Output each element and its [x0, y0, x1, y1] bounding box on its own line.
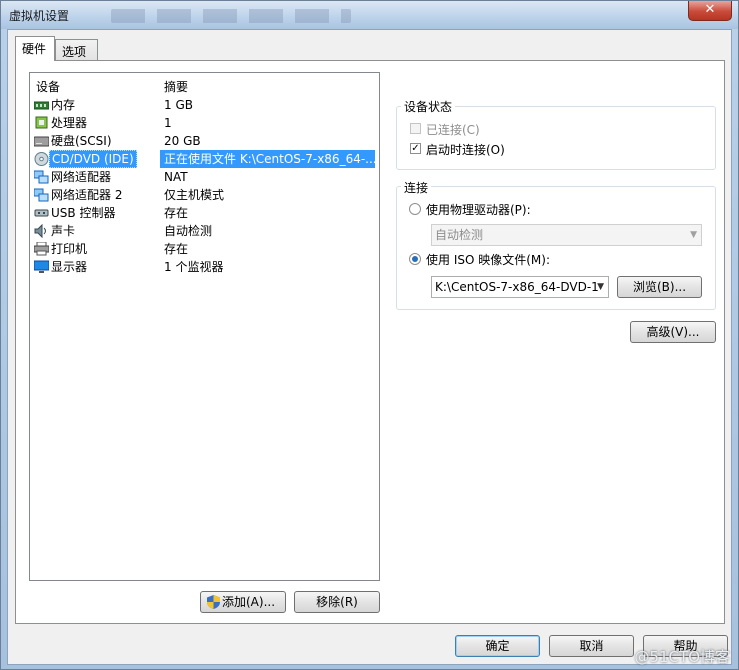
device-name: 内存	[51, 98, 76, 112]
connection-title: 连接	[401, 179, 432, 196]
connected-label: 已连接(C)	[426, 123, 480, 137]
dialog-client: 硬件 选项 设备 摘要 内存 1 GB 处理器 1 硬盘(SCSI) 20 GB…	[7, 29, 732, 665]
iso-image-radio[interactable]	[409, 253, 421, 265]
chevron-down-icon: ▼	[597, 282, 604, 292]
close-button[interactable]: ✕	[688, 1, 732, 21]
title-bar[interactable]: 虚拟机设置 ✕	[1, 1, 738, 29]
device-row-display[interactable]: 显示器 1 个监视器	[32, 258, 377, 276]
sound-card-icon	[34, 224, 46, 238]
device-summary: 1 GB	[164, 98, 193, 112]
iso-path-value: K:\CentOS-7-x86_64-DVD-1	[435, 280, 599, 294]
device-summary: 仅主机模式	[164, 188, 225, 202]
list-header: 设备 摘要	[30, 73, 379, 95]
device-row-hard-disk[interactable]: 硬盘(SCSI) 20 GB	[32, 132, 377, 150]
physical-drive-label: 使用物理驱动器(P):	[426, 203, 531, 217]
advanced-button[interactable]: 高级(V)...	[630, 321, 716, 343]
device-summary: 20 GB	[164, 134, 201, 148]
device-list[interactable]: 设备 摘要 内存 1 GB 处理器 1 硬盘(SCSI) 20 GB CD/DV…	[29, 72, 380, 581]
device-summary: 1 个监视器	[164, 260, 224, 274]
device-summary: 正在使用文件 K:\CentOS-7-x86_64-...	[160, 150, 375, 168]
device-row-processor[interactable]: 处理器 1	[32, 114, 377, 132]
browse-button[interactable]: 浏览(B)...	[617, 276, 702, 298]
tab-hardware[interactable]: 硬件	[15, 36, 55, 61]
add-device-button-label: 添加(A)...	[222, 595, 276, 609]
device-row-printer[interactable]: 打印机 存在	[32, 240, 377, 258]
vm-settings-window: 虚拟机设置 ✕ 硬件 选项 设备 摘要 内存 1 GB 处理器 1 硬盘(SCS…	[0, 0, 739, 670]
window-title: 虚拟机设置	[9, 9, 70, 23]
network-adapter-icon	[34, 170, 49, 184]
device-name: CD/DVD (IDE)	[49, 150, 137, 168]
uac-shield-icon	[207, 595, 220, 609]
device-row-usb-controller[interactable]: USB 控制器 存在	[32, 204, 377, 222]
ok-button[interactable]: 确定	[455, 635, 540, 657]
connect-at-power-on-label: 启动时连接(O)	[426, 143, 505, 157]
device-summary: 1	[164, 116, 172, 130]
device-summary: 自动检测	[164, 224, 213, 238]
chevron-down-icon: ▼	[690, 230, 697, 240]
hard-disk-icon	[34, 136, 49, 147]
display-icon	[34, 260, 49, 273]
device-row-sound-card[interactable]: 声卡 自动检测	[32, 222, 377, 240]
device-name: 显示器	[51, 260, 88, 274]
device-summary: 存在	[164, 206, 189, 220]
device-name: 网络适配器 2	[51, 188, 123, 202]
connected-checkbox[interactable]	[410, 123, 421, 134]
device-row-network-adapter[interactable]: 网络适配器 NAT	[32, 168, 377, 186]
cd-dvd-icon	[34, 152, 49, 166]
memory-icon	[34, 101, 49, 110]
physical-drive-radio[interactable]	[409, 203, 421, 215]
blurred-background-toolbar	[111, 9, 351, 23]
device-name: 处理器	[51, 116, 88, 130]
device-name: 声卡	[51, 224, 76, 238]
connect-at-power-on-checkbox[interactable]: ✓	[410, 143, 421, 154]
device-row-cd-dvd[interactable]: CD/DVD (IDE) 正在使用文件 K:\CentOS-7-x86_64-.…	[32, 150, 377, 168]
processor-icon	[35, 116, 48, 129]
device-name: 硬盘(SCSI)	[51, 134, 112, 148]
device-summary: 存在	[164, 242, 189, 256]
iso-image-label: 使用 ISO 映像文件(M):	[426, 253, 550, 267]
device-name: 网络适配器	[51, 170, 112, 184]
add-device-button[interactable]: 添加(A)...	[200, 591, 286, 613]
header-summary[interactable]: 摘要	[164, 78, 188, 95]
device-name: USB 控制器	[51, 206, 116, 220]
iso-path-combo[interactable]: K:\CentOS-7-x86_64-DVD-1 ▼	[431, 276, 609, 298]
hardware-panel: 设备 摘要 内存 1 GB 处理器 1 硬盘(SCSI) 20 GB CD/DV…	[15, 60, 725, 624]
network-adapter-icon	[34, 188, 49, 202]
usb-icon	[34, 209, 49, 217]
watermark: @51CTO博客	[634, 648, 730, 666]
device-status-title: 设备状态	[401, 98, 456, 115]
device-summary: NAT	[164, 170, 188, 184]
device-row-memory[interactable]: 内存 1 GB	[32, 96, 377, 114]
physical-drive-select[interactable]: 自动检测 ▼	[431, 224, 702, 246]
remove-device-button[interactable]: 移除(R)	[294, 591, 380, 613]
device-name: 打印机	[51, 242, 88, 256]
printer-icon	[34, 242, 49, 256]
cancel-button[interactable]: 取消	[549, 635, 634, 657]
device-row-network-adapter-2[interactable]: 网络适配器 2 仅主机模式	[32, 186, 377, 204]
device-status-group	[396, 106, 716, 170]
tab-options[interactable]: 选项	[55, 39, 98, 60]
header-device[interactable]: 设备	[36, 78, 60, 95]
physical-drive-value: 自动检测	[435, 228, 484, 242]
